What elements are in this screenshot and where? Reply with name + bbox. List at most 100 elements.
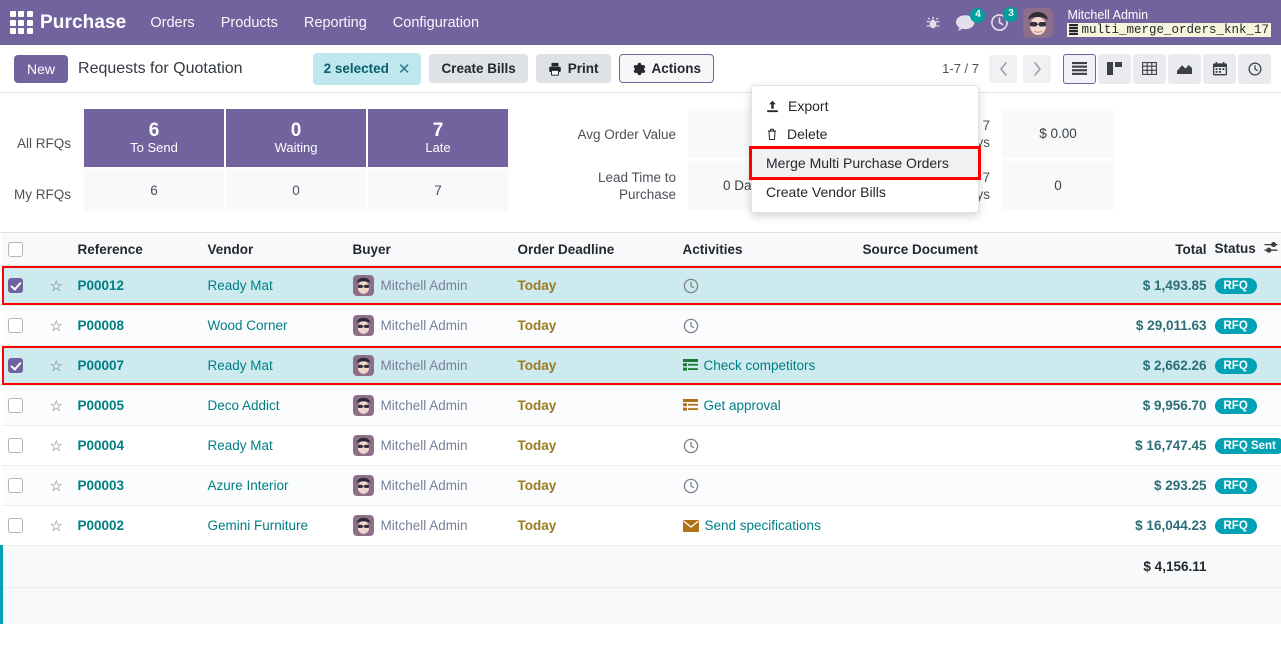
pivot-view-button[interactable] <box>1133 53 1166 84</box>
menu-reporting[interactable]: Reporting <box>302 11 369 35</box>
row-activities-cell[interactable] <box>676 465 857 506</box>
column-header-status[interactable]: Status <box>1214 233 1281 266</box>
row-favorite-cell[interactable]: ☆ <box>43 385 72 426</box>
actions-button[interactable]: Actions <box>618 54 715 83</box>
list-view-button[interactable] <box>1063 53 1096 84</box>
row-favorite-cell[interactable]: ☆ <box>43 505 72 546</box>
reference-link[interactable]: P00005 <box>78 398 125 413</box>
row-favorite-cell[interactable]: ☆ <box>43 265 72 306</box>
row-vendor-cell[interactable]: Ready Mat <box>201 425 347 466</box>
activities-clock-icon[interactable]: 3 <box>990 7 1019 32</box>
table-row[interactable]: ☆ P00002 Gemini Furniture Mitchell Admin Tod… <box>1 505 1281 546</box>
table-row[interactable]: ☆ P00003 Azure Interior Mitchell Admin Today… <box>1 465 1281 506</box>
menu-configuration[interactable]: Configuration <box>391 11 481 35</box>
app-brand-purchase[interactable]: Purchase <box>40 12 126 34</box>
optional-columns-icon[interactable] <box>1263 241 1279 257</box>
dropdown-item-delete[interactable]: Delete <box>752 120 978 148</box>
column-header-total[interactable]: Total <box>1094 233 1215 266</box>
dropdown-item-export[interactable]: Export <box>752 92 978 120</box>
column-header-activities[interactable]: Activities <box>676 233 857 266</box>
pager-previous-button[interactable] <box>989 54 1017 83</box>
activity-label[interactable]: Get approval <box>704 398 781 413</box>
row-vendor-cell[interactable]: Gemini Furniture <box>201 505 347 546</box>
kanban-view-button[interactable] <box>1098 53 1131 84</box>
row-reference-cell[interactable]: P00012 <box>71 265 202 306</box>
kpi-label-my-rfqs[interactable]: My RFQs <box>14 173 84 217</box>
row-favorite-cell[interactable]: ☆ <box>43 345 72 386</box>
row-reference-cell[interactable]: P00003 <box>71 465 202 506</box>
row-reference-cell[interactable]: P00002 <box>71 505 202 546</box>
table-row[interactable]: ☆ P00007 Ready Mat Mitchell Admin Today Check… <box>1 345 1281 386</box>
vendor-link[interactable]: Ready Mat <box>208 278 273 293</box>
kpi-all-late[interactable]: 7 Late <box>368 109 508 167</box>
row-favorite-cell[interactable]: ☆ <box>43 305 72 346</box>
star-icon[interactable]: ☆ <box>50 318 63 335</box>
row-select-cell[interactable] <box>1 465 44 506</box>
row-checkbox[interactable] <box>7 518 23 534</box>
column-header-vendor[interactable]: Vendor <box>201 233 347 266</box>
column-header-order-deadline[interactable]: Order Deadline <box>511 233 677 266</box>
kpi-value-rfqs-sent-last-7-days[interactable]: 0 <box>1002 161 1114 210</box>
kpi-my-late[interactable]: 7 <box>368 169 508 211</box>
table-row[interactable]: ☆ P00005 Deco Addict Mitchell Admin Today Get… <box>1 385 1281 426</box>
create-bills-button[interactable]: Create Bills <box>429 54 528 83</box>
row-vendor-cell[interactable]: Wood Corner <box>201 305 347 346</box>
kpi-value-purchased-last-7-days[interactable]: $ 0.00 <box>1002 109 1114 158</box>
reference-link[interactable]: P00004 <box>78 438 125 453</box>
calendar-view-button[interactable] <box>1203 53 1236 84</box>
selection-count-button[interactable]: 2 selected ✕ <box>312 52 422 85</box>
row-favorite-cell[interactable]: ☆ <box>43 425 72 466</box>
kpi-label-avg-order-value[interactable]: Avg Order Value <box>538 109 688 161</box>
reference-link[interactable]: P00002 <box>78 518 125 533</box>
vendor-link[interactable]: Azure Interior <box>208 478 289 493</box>
star-icon[interactable]: ☆ <box>50 358 63 375</box>
dropdown-item-merge-multi-purchase-orders[interactable]: Merge Multi Purchase Orders <box>749 146 981 180</box>
dropdown-item-create-vendor-bills[interactable]: Create Vendor Bills <box>752 178 978 206</box>
row-select-cell[interactable] <box>1 265 44 306</box>
kpi-label-lead-time-to-purchase[interactable]: Lead Time to Purchase <box>538 161 688 213</box>
bug-icon[interactable] <box>925 15 941 31</box>
reference-link[interactable]: P00007 <box>78 358 125 373</box>
row-favorite-cell[interactable]: ☆ <box>43 465 72 506</box>
kpi-all-waiting[interactable]: 0 Waiting <box>226 109 366 167</box>
row-reference-cell[interactable]: P00008 <box>71 305 202 346</box>
kpi-my-waiting[interactable]: 0 <box>226 169 366 211</box>
vendor-link[interactable]: Deco Addict <box>208 398 280 413</box>
menu-orders[interactable]: Orders <box>148 11 196 35</box>
vendor-link[interactable]: Ready Mat <box>208 438 273 453</box>
row-activities-cell[interactable]: Check competitors <box>676 345 857 386</box>
row-checkbox[interactable] <box>7 318 23 334</box>
pager-next-button[interactable] <box>1023 54 1051 83</box>
row-activities-cell[interactable] <box>676 425 857 466</box>
menu-products[interactable]: Products <box>219 11 280 35</box>
activity-label[interactable]: Check competitors <box>704 358 816 373</box>
star-icon[interactable]: ☆ <box>50 478 63 495</box>
vendor-link[interactable]: Wood Corner <box>208 318 288 333</box>
table-row[interactable]: ☆ P00004 Ready Mat Mitchell Admin Today $ 16,… <box>1 425 1281 466</box>
row-vendor-cell[interactable]: Deco Addict <box>201 385 347 426</box>
vendor-link[interactable]: Gemini Furniture <box>208 518 309 533</box>
apps-grid-icon[interactable] <box>8 10 34 36</box>
row-checkbox[interactable] <box>7 478 23 494</box>
row-select-cell[interactable] <box>1 385 44 426</box>
row-checkbox[interactable] <box>7 278 23 294</box>
select-all-header[interactable] <box>1 233 44 266</box>
messages-icon[interactable]: 4 <box>955 7 986 32</box>
kpi-all-to-send[interactable]: 6 To Send <box>84 109 224 167</box>
row-reference-cell[interactable]: P00007 <box>71 345 202 386</box>
row-select-cell[interactable] <box>1 425 44 466</box>
star-icon[interactable]: ☆ <box>50 518 63 535</box>
row-reference-cell[interactable]: P00004 <box>71 425 202 466</box>
star-icon[interactable]: ☆ <box>50 398 63 415</box>
row-vendor-cell[interactable]: Ready Mat <box>201 345 347 386</box>
new-button[interactable]: New <box>14 54 69 83</box>
graph-view-button[interactable] <box>1168 53 1201 84</box>
row-vendor-cell[interactable]: Ready Mat <box>201 265 347 306</box>
avatar[interactable] <box>1023 7 1054 38</box>
row-activities-cell[interactable]: Send specifications <box>676 505 857 546</box>
reference-link[interactable]: P00012 <box>78 278 125 293</box>
reference-link[interactable]: P00008 <box>78 318 125 333</box>
row-activities-cell[interactable] <box>676 305 857 346</box>
star-icon[interactable]: ☆ <box>50 438 63 455</box>
kpi-label-all-rfqs[interactable]: All RFQs <box>14 115 84 173</box>
